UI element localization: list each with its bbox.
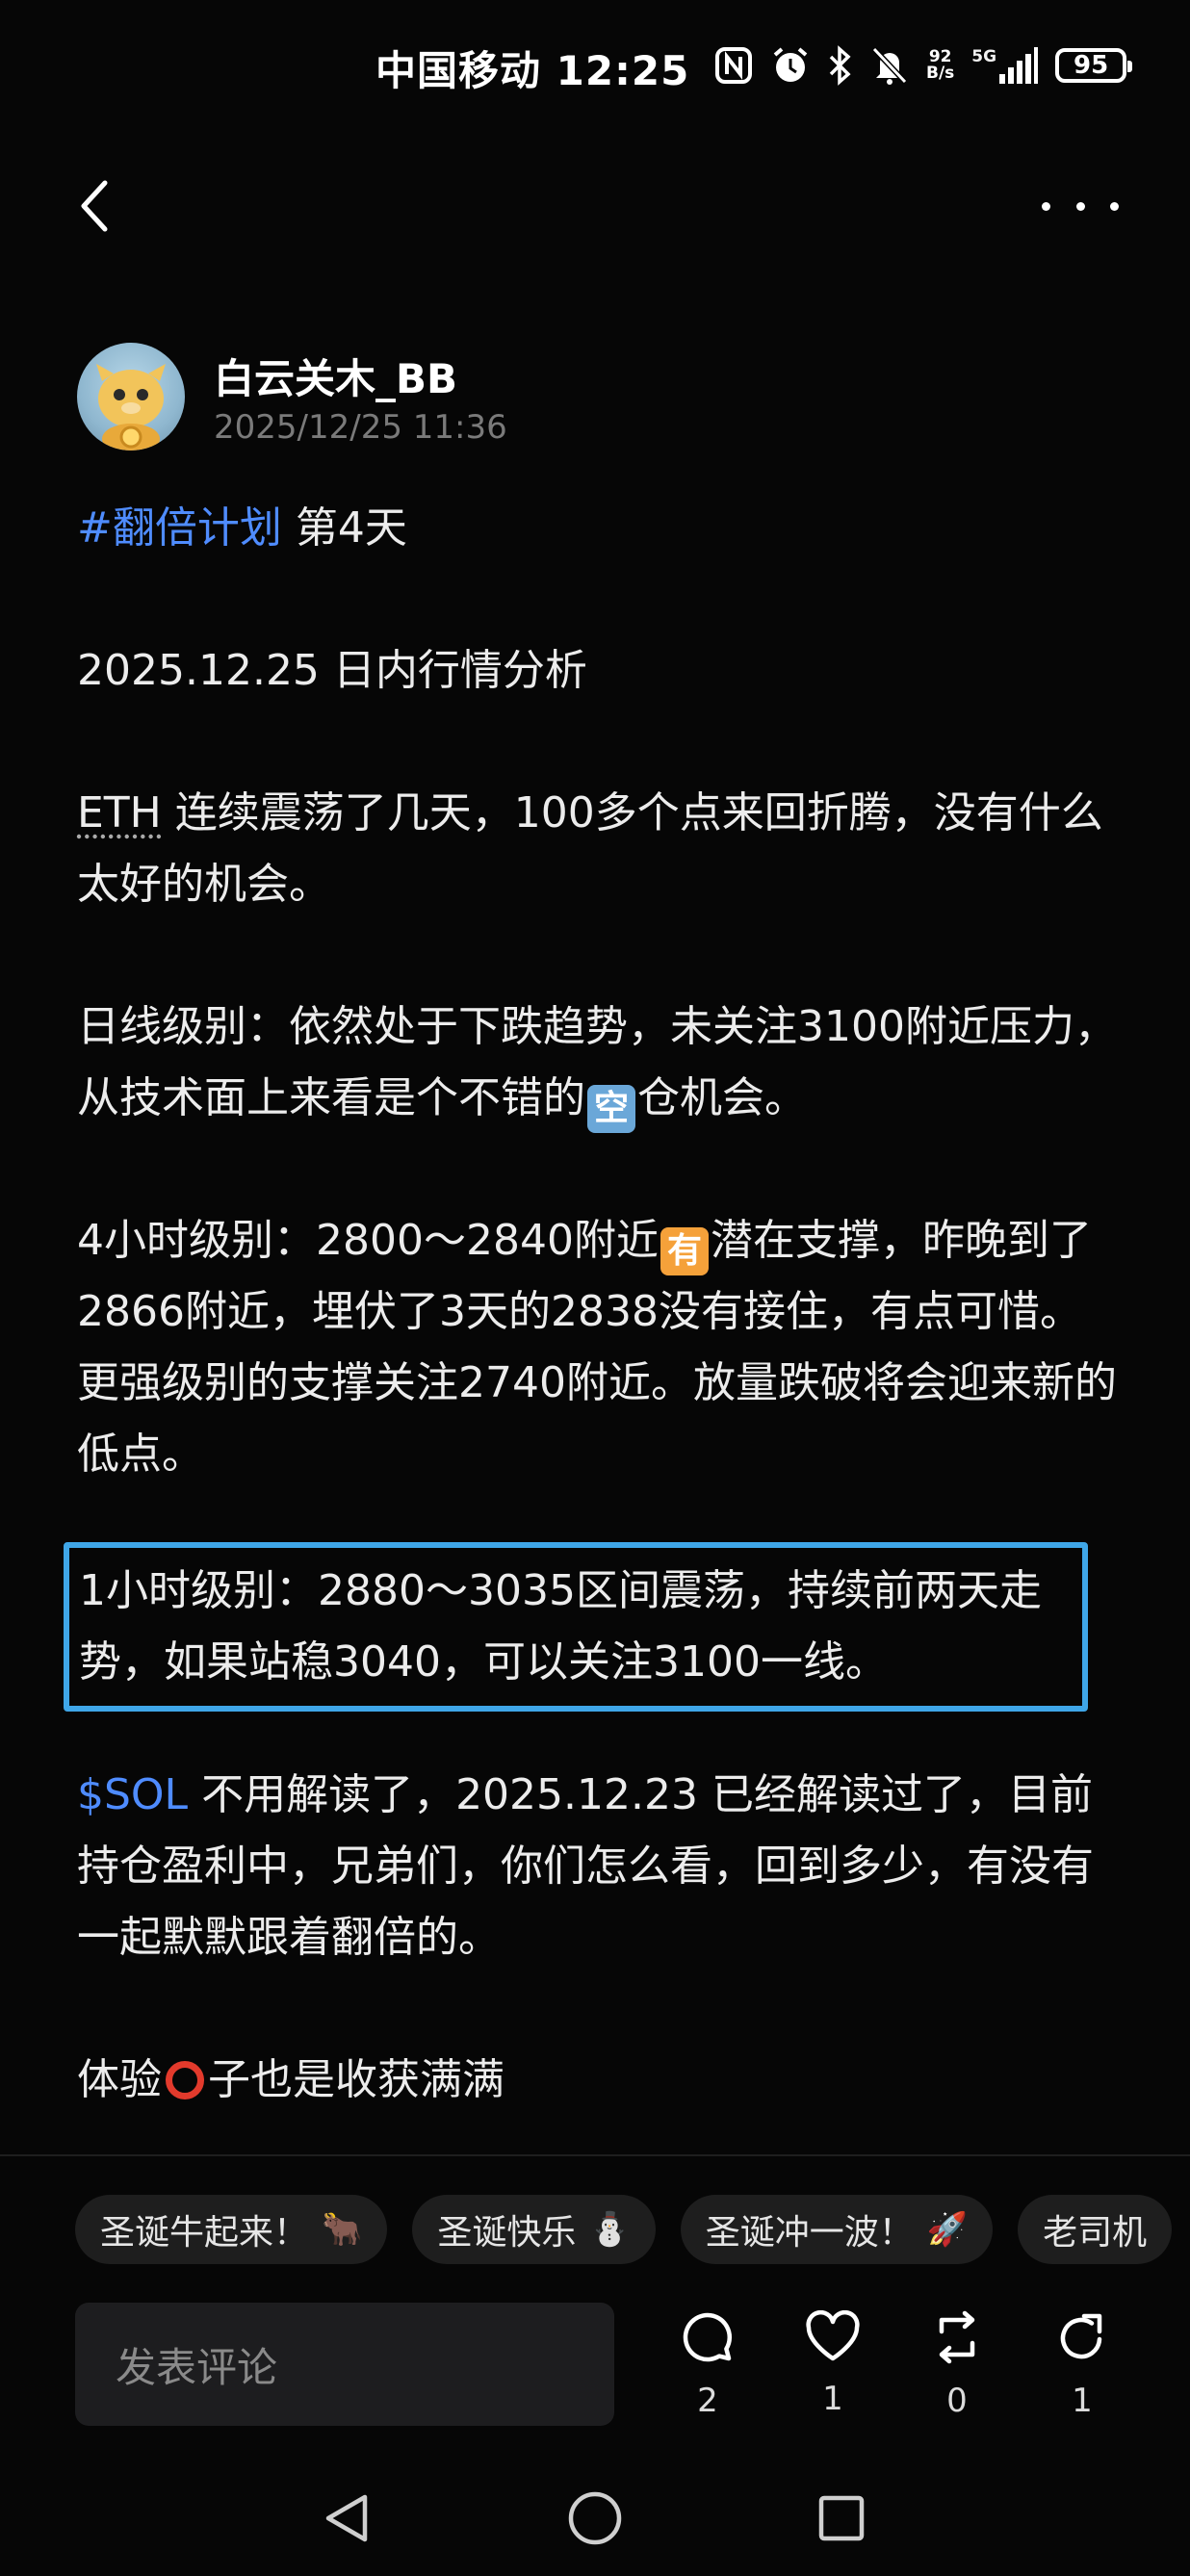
- highlight-box: 1小时级别：2880～3035区间震荡，持续前两天走势，如果站稳3040，可以关…: [64, 1542, 1088, 1712]
- chip-label: 老司机: [1043, 2213, 1148, 2253]
- repost-icon: [939, 2310, 975, 2364]
- share-button[interactable]: 1: [1034, 2310, 1130, 2420]
- chip-label: 圣诞快乐: [437, 2213, 577, 2253]
- snowman-icon: ⛄: [589, 2210, 631, 2249]
- chip-chong[interactable]: 圣诞冲一波！ 🚀: [680, 2195, 994, 2264]
- daily-paragraph: 日线级别：依然处于下跌趋势，未关注3100附近压力，从技术面上来看是个不错的空仓…: [77, 992, 1117, 1134]
- comment-button[interactable]: 2: [660, 2310, 756, 2420]
- system-recents-button[interactable]: [803, 2480, 880, 2557]
- red-circle-icon: [166, 2061, 204, 2099]
- eth-paragraph: ETH 连续震荡了几天，100多个点来回折腾，没有什么太好的机会。: [77, 778, 1117, 920]
- avatar-image: [96, 364, 166, 451]
- more-button[interactable]: [1042, 189, 1119, 223]
- chip-label: 圣诞冲一波！: [705, 2213, 914, 2253]
- kong-emoji-icon: 空: [587, 1085, 635, 1133]
- h1-paragraph: 1小时级别：2880～3035区间震荡，持续前两天走势，如果站稳3040，可以关…: [79, 1566, 1042, 1687]
- date-line: 2025.12.25 日内行情分析: [77, 646, 587, 695]
- more-dots-icon: [1042, 201, 1050, 211]
- home-circle-icon: [568, 2491, 622, 2545]
- comment-count: 2: [697, 2382, 718, 2420]
- comment-input[interactable]: 发表评论: [75, 2303, 614, 2426]
- chip-niu[interactable]: 圣诞牛起来！ 🐂: [75, 2195, 388, 2264]
- share-count: 1: [1072, 2382, 1093, 2420]
- author-name[interactable]: 白云关木_BB: [214, 347, 457, 405]
- back-triangle-icon: [325, 2494, 368, 2542]
- battery-icon: 95: [1055, 48, 1133, 83]
- mute-icon: [870, 45, 909, 86]
- h4-paragraph: 4小时级别：2800～2840附近有潜在支撑，昨晚到了2866附近，埋伏了3天的…: [77, 1205, 1117, 1490]
- bottom-bar: 圣诞牛起来！ 🐂 圣诞快乐 ⛄ 圣诞冲一波！ 🚀 老司机 发表评论 2 1 0 …: [0, 2156, 1190, 2576]
- like-button[interactable]: 1: [785, 2310, 881, 2418]
- rocket-icon: 🚀: [926, 2210, 969, 2249]
- post-title-text: 第4天: [281, 503, 407, 553]
- net-speed-icon: 92 B/s: [926, 47, 955, 83]
- sol-text: 不用解读了，2025.12.23 已经解读过了，目前持仓盈利中，兄弟们，你们怎么…: [77, 1770, 1094, 1962]
- alarm-icon: [770, 45, 811, 86]
- back-button[interactable]: [69, 175, 117, 237]
- system-nav-bar: [0, 2480, 1190, 2576]
- bull-icon: 🐂: [322, 2210, 363, 2249]
- system-home-button[interactable]: [556, 2480, 634, 2557]
- h4-text: 4小时级别：2800～2840附近: [77, 1216, 659, 1265]
- post-time: 2025/12/25 11:36: [214, 408, 507, 447]
- system-back-button[interactable]: [308, 2480, 385, 2557]
- repost-count: 0: [946, 2382, 968, 2420]
- chip-kuaile[interactable]: 圣诞快乐 ⛄: [412, 2195, 656, 2264]
- chip-laosiji[interactable]: 老司机: [1018, 2195, 1173, 2264]
- chevron-left-icon: [81, 180, 108, 232]
- eth-text: 连续震荡了几天，100多个点来回折腾，没有什么太好的机会。: [77, 788, 1103, 909]
- comment-icon: [683, 2312, 732, 2362]
- bluetooth-icon: [828, 45, 853, 86]
- post-title: #翻倍计划 第4天: [77, 493, 1117, 564]
- daily-text-end: 仓机会。: [637, 1073, 807, 1122]
- hashtag-link[interactable]: #翻倍计划: [77, 503, 282, 553]
- like-count: 1: [822, 2380, 843, 2418]
- recents-square-icon: [818, 2495, 865, 2541]
- experience-text-end: 子也是收获满满: [208, 2055, 504, 2104]
- sol-tag-link[interactable]: $SOL: [77, 1770, 188, 1819]
- you-emoji-icon: 有: [660, 1227, 709, 1275]
- chip-label: 圣诞牛起来！: [100, 2213, 309, 2253]
- repost-button[interactable]: 0: [909, 2310, 1005, 2420]
- heart-icon: [806, 2310, 860, 2361]
- carrier-time: 中国移动 12:25: [375, 47, 690, 94]
- experience-paragraph: 体验 子也是收获满满: [77, 2045, 1117, 2116]
- nfc-icon: [714, 46, 753, 85]
- post-body: #翻倍计划 第4天 2025.12.25 日内行情分析 ETH 连续震荡了几天，…: [64, 493, 1117, 2116]
- sol-paragraph: $SOL 不用解读了，2025.12.23 已经解读过了，目前持仓盈利中，兄弟们…: [77, 1760, 1117, 1973]
- experience-text: 体验: [77, 2055, 162, 2104]
- share-icon: [1060, 2313, 1102, 2359]
- status-icons: 92 B/s 5G 95: [714, 39, 1133, 92]
- status-bar: 中国移动 12:25 92 B/s 5G 95: [0, 0, 1190, 131]
- avatar[interactable]: [77, 343, 185, 451]
- eth-tag-link[interactable]: ETH: [77, 788, 162, 837]
- signal-icon: 5G: [971, 47, 1039, 84]
- quick-reply-chips: 圣诞牛起来！ 🐂 圣诞快乐 ⛄ 圣诞冲一波！ 🚀 老司机: [75, 2195, 1173, 2264]
